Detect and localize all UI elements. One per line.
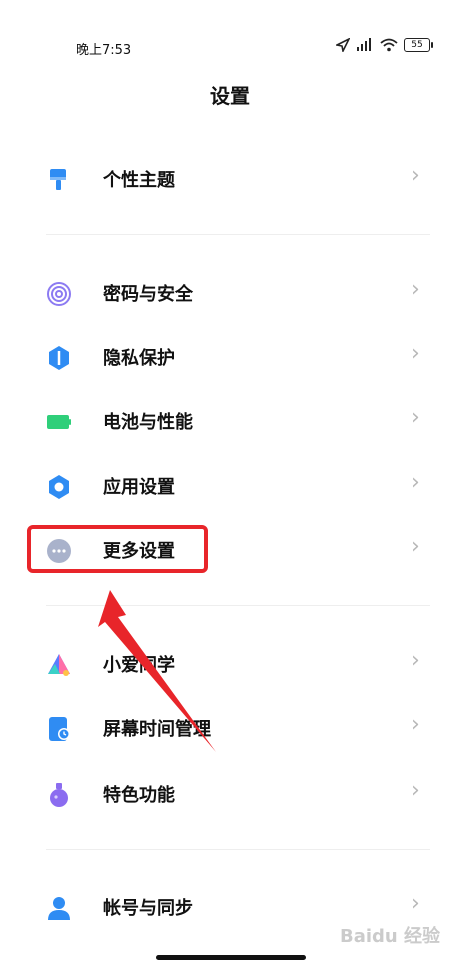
settings-item-xiaoai[interactable]: 小爱同学 ›: [0, 633, 460, 695]
settings-item-screen-time[interactable]: 屏幕时间管理 ›: [0, 697, 460, 759]
highlight-annotation: [27, 525, 208, 573]
settings-item-label: 小爱同学: [103, 655, 175, 676]
shield-icon: [49, 346, 69, 370]
signal-icon: [357, 38, 371, 51]
gear-icon: [49, 475, 69, 499]
watermark: Baidu 经验: [340, 926, 441, 947]
settings-item-label: 帐号与同步: [103, 898, 193, 919]
settings-item-label: 隐私保护: [103, 348, 175, 369]
chevron-right-icon: ›: [411, 712, 420, 737]
settings-item-label: 屏幕时间管理: [103, 719, 211, 740]
settings-item-apps[interactable]: 应用设置 ›: [0, 455, 460, 517]
chevron-right-icon: ›: [411, 891, 420, 916]
settings-item-label: 个性主题: [103, 170, 175, 191]
settings-item-privacy[interactable]: 隐私保护 ›: [0, 326, 460, 388]
chevron-right-icon: ›: [411, 534, 420, 559]
chevron-right-icon: ›: [411, 163, 420, 188]
home-indicator[interactable]: [156, 955, 306, 960]
chevron-right-icon: ›: [411, 405, 420, 430]
fingerprint-icon: [47, 282, 71, 306]
divider: [46, 605, 430, 606]
paintbrush-icon: [50, 169, 66, 190]
settings-item-label: 特色功能: [103, 785, 175, 806]
settings-item-label: 电池与性能: [103, 412, 193, 433]
battery-icon: 55: [404, 38, 433, 52]
settings-item-label: 密码与安全: [103, 284, 193, 305]
settings-item-theme[interactable]: 个性主题 ›: [0, 148, 460, 210]
chevron-right-icon: ›: [411, 277, 420, 302]
settings-item-battery[interactable]: 电池与性能 ›: [0, 390, 460, 452]
wifi-icon: [380, 38, 398, 52]
status-time: 晚上7:53: [76, 43, 132, 58]
flask-icon: [50, 783, 68, 807]
settings-item-label: 应用设置: [103, 477, 175, 498]
screen-time-icon: [49, 717, 70, 741]
settings-item-features[interactable]: 特色功能 ›: [0, 763, 460, 825]
battery-performance-icon: [47, 415, 71, 429]
divider: [46, 234, 430, 235]
status-bar: 晚上7:53 55: [0, 0, 460, 70]
page-title: 设置: [210, 84, 250, 108]
settings-item-password[interactable]: 密码与安全 ›: [0, 262, 460, 324]
location-icon: [336, 38, 350, 52]
status-icons: 55: [336, 38, 433, 52]
xiaoai-icon: [48, 654, 70, 676]
chevron-right-icon: ›: [411, 778, 420, 803]
divider: [46, 849, 430, 850]
chevron-right-icon: ›: [411, 470, 420, 495]
chevron-right-icon: ›: [411, 648, 420, 673]
chevron-right-icon: ›: [411, 341, 420, 366]
user-icon: [48, 897, 70, 920]
